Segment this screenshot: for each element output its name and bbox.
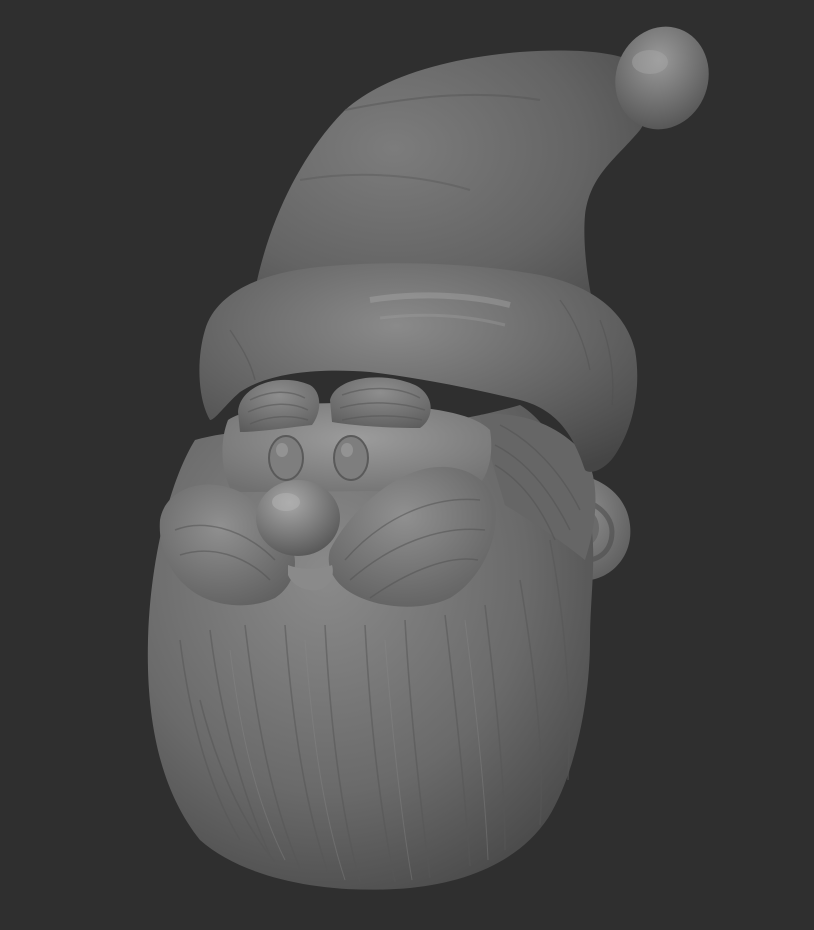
right-eye bbox=[333, 435, 369, 481]
santa-head-render bbox=[147, 26, 709, 890]
left-eyebrow bbox=[238, 379, 320, 432]
right-eyebrow bbox=[330, 377, 431, 428]
nose bbox=[256, 480, 340, 556]
left-eye bbox=[268, 435, 304, 481]
sculpt-viewport[interactable] bbox=[0, 0, 814, 930]
